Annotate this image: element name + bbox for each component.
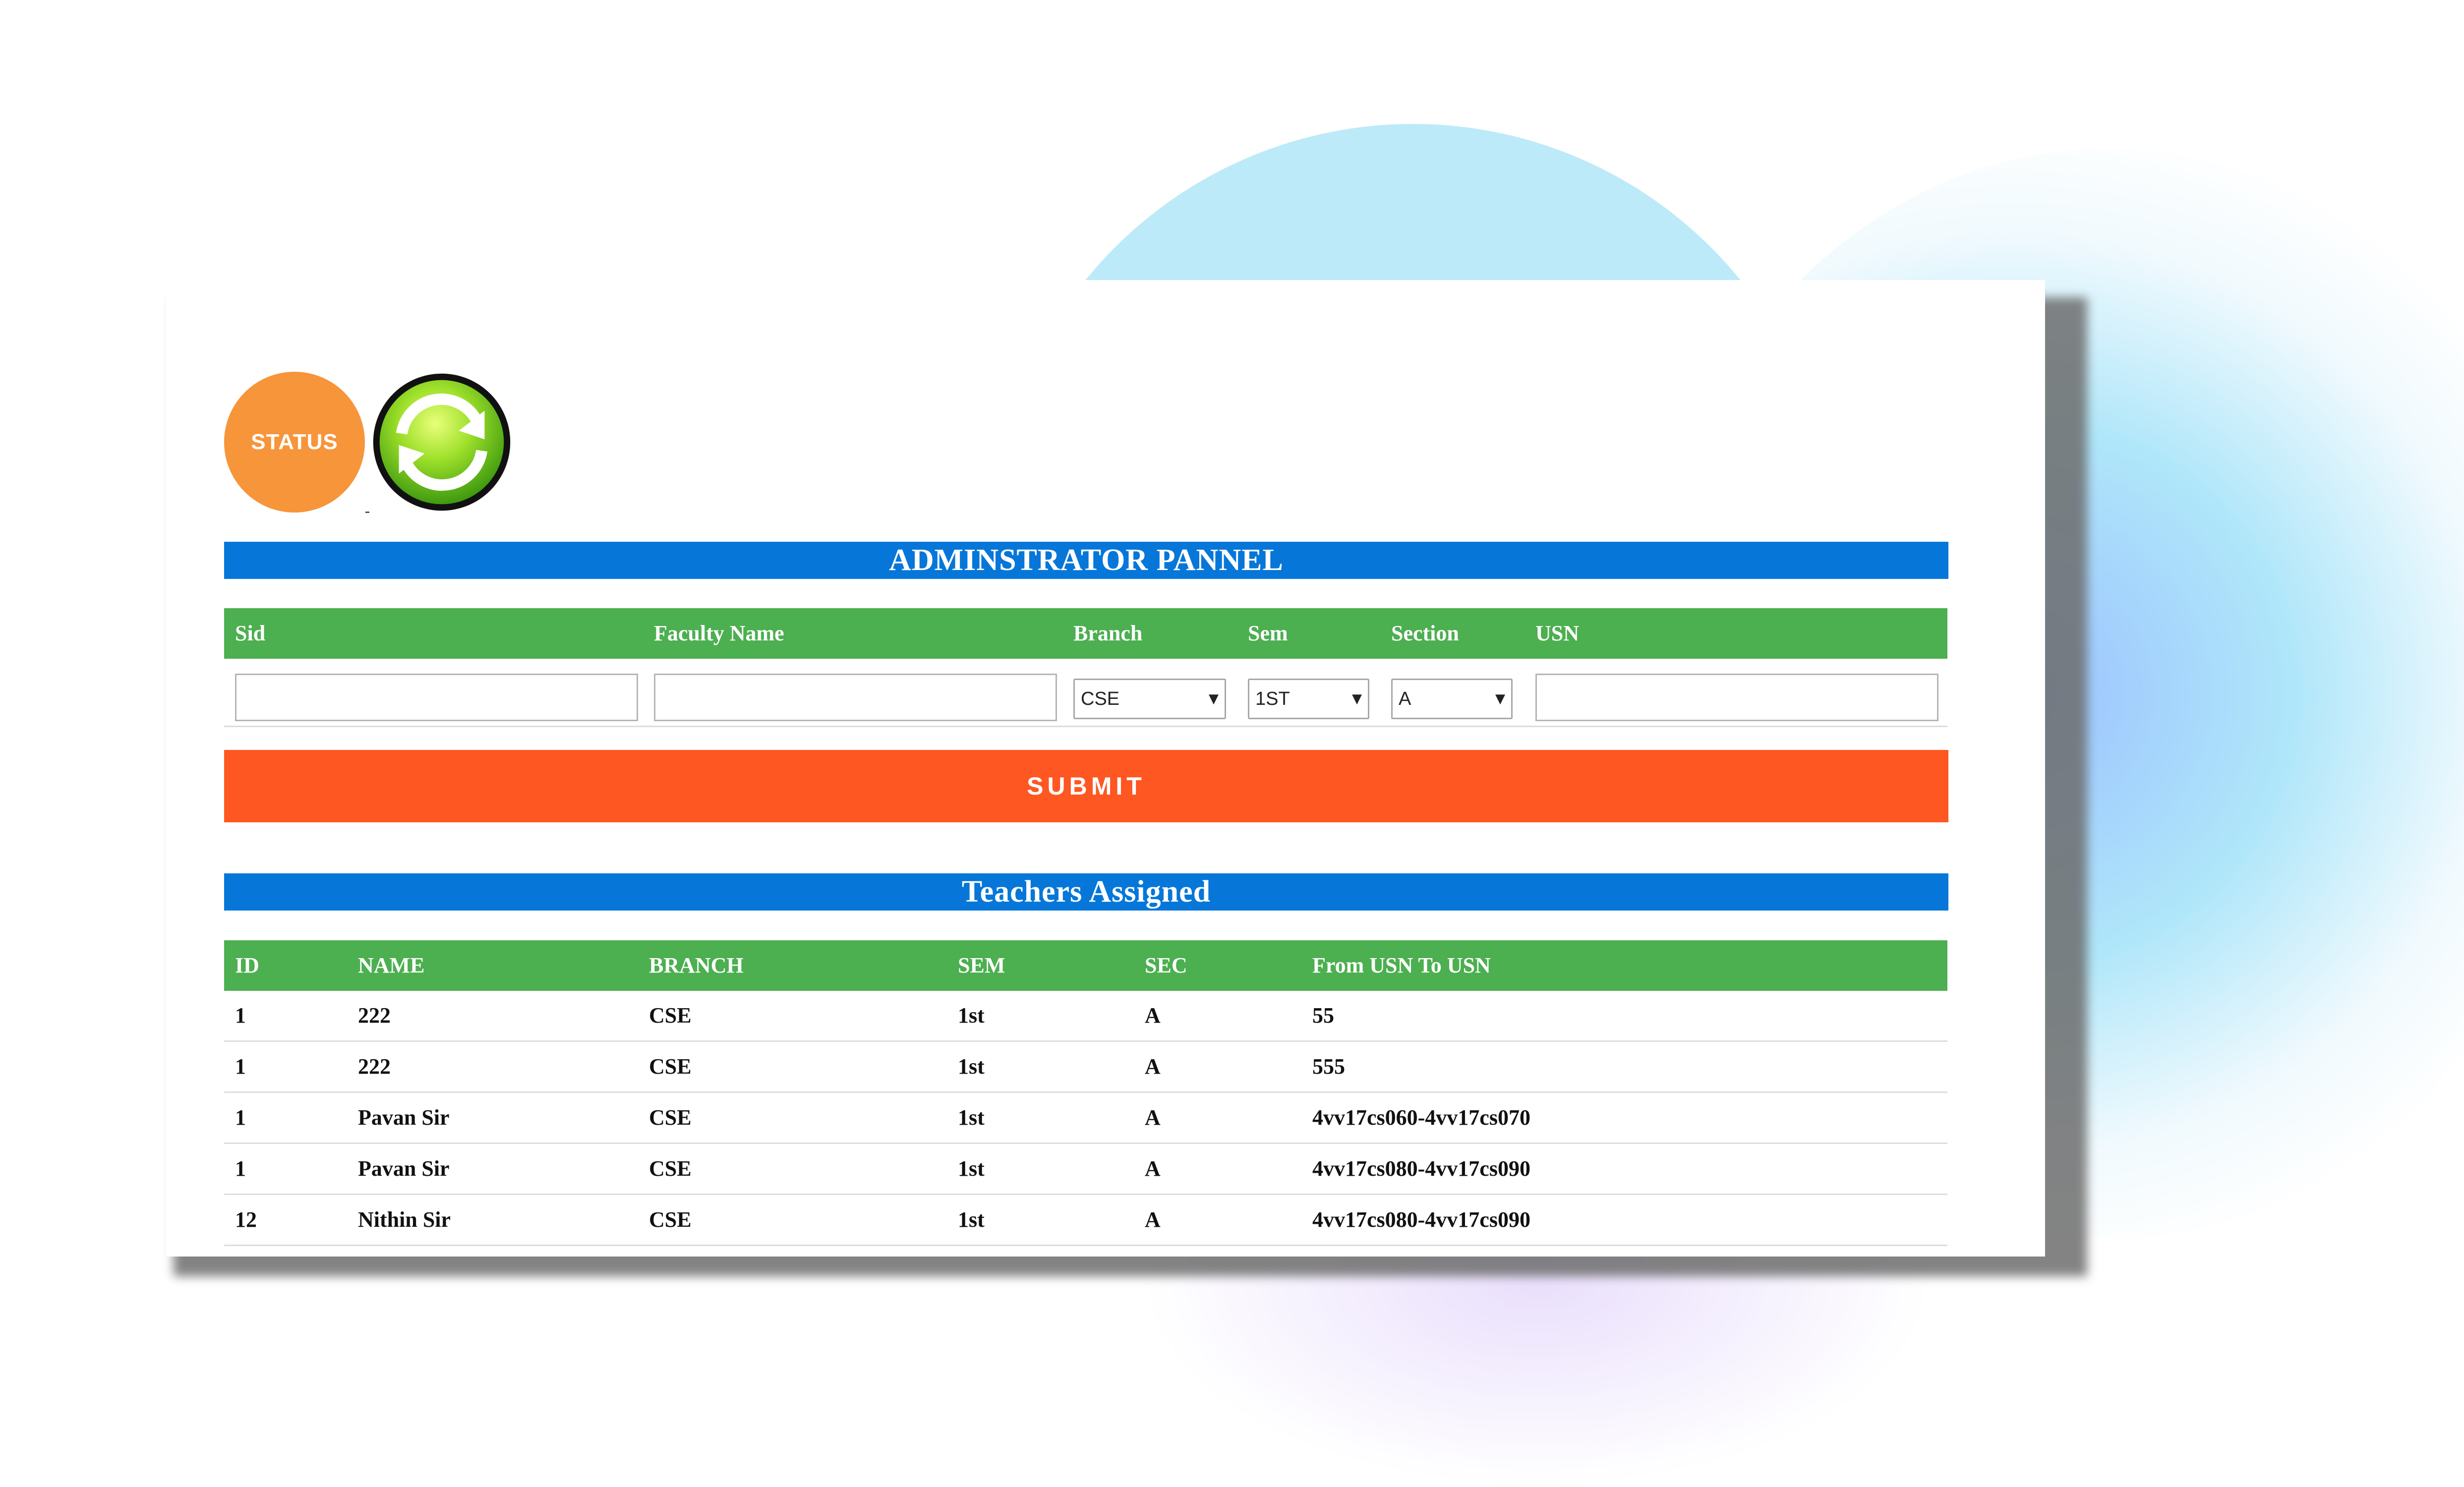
table-row: 1 Pavan Sir CSE 1st A 4vv17cs080-4vv17cs…: [224, 1144, 1947, 1195]
cell-name: 222: [358, 1054, 391, 1079]
cell-name: Pavan Sir: [358, 1105, 450, 1130]
cell-usn-range: 4vv17cs080-4vv17cs090: [1312, 1156, 1530, 1181]
cell-name: 222: [358, 1003, 391, 1028]
branch-select[interactable]: CSE ▼: [1073, 679, 1226, 719]
cell-sem: 1st: [958, 1207, 985, 1232]
faculty-name-input[interactable]: [654, 674, 1057, 721]
cell-usn-range: 4vv17cs060-4vv17cs070: [1312, 1105, 1530, 1130]
usn-input[interactable]: [1535, 674, 1938, 721]
cell-sec: A: [1145, 1207, 1161, 1232]
faculty-name-label: Faculty Name: [654, 621, 784, 645]
sid-label: Sid: [235, 621, 266, 645]
branch-label: Branch: [1073, 621, 1143, 645]
column-header-usn-range: From USN To USN: [1312, 953, 1491, 977]
form-header-row: Sid Faculty Name Branch Sem Section USN: [224, 608, 1947, 659]
cell-id: 1: [235, 1156, 246, 1181]
column-header-id: ID: [235, 953, 259, 977]
cell-name: Pavan Sir: [358, 1156, 450, 1181]
chevron-down-icon: ▼: [1209, 691, 1219, 706]
column-header-name: NAME: [358, 953, 425, 977]
cell-id: 1: [235, 1105, 246, 1130]
table-row: 1 222 CSE 1st A 55: [224, 991, 1947, 1042]
sem-select-value: 1ST: [1255, 688, 1290, 709]
chevron-down-icon: ▼: [1352, 691, 1362, 706]
usn-label: USN: [1535, 621, 1580, 645]
section-select[interactable]: A ▼: [1391, 679, 1513, 719]
cell-branch: CSE: [649, 1054, 692, 1079]
table-row: 12 Nithin Sir CSE 1st A 4vv17cs080-4vv17…: [224, 1195, 1947, 1246]
cell-id: 1: [235, 1054, 246, 1079]
refresh-icon: [373, 373, 511, 511]
admin-panel-title: ADMINSTRATOR PANNEL: [224, 542, 1948, 579]
cell-id: 12: [235, 1207, 257, 1232]
section-select-value: A: [1399, 688, 1411, 709]
cell-sec: A: [1145, 1156, 1161, 1181]
cell-id: 1: [235, 1003, 246, 1028]
status-button[interactable]: STATUS: [224, 372, 365, 513]
form-input-row: CSE ▼ 1ST ▼ A ▼: [224, 659, 1947, 727]
cell-sem: 1st: [958, 1105, 985, 1130]
teachers-table-header: ID NAME BRANCH SEM SEC From USN To USN: [224, 940, 1947, 991]
chevron-down-icon: ▼: [1495, 691, 1505, 706]
cell-sec: A: [1145, 1003, 1161, 1028]
column-header-sem: SEM: [958, 953, 1005, 977]
refresh-button[interactable]: [370, 371, 513, 514]
cell-usn-range: 555: [1312, 1054, 1345, 1079]
sem-select[interactable]: 1ST ▼: [1248, 679, 1369, 719]
cell-sec: A: [1145, 1105, 1161, 1130]
column-header-sec: SEC: [1145, 953, 1187, 977]
cell-usn-range: 4vv17cs080-4vv17cs090: [1312, 1207, 1530, 1232]
admin-page: STATUS ADMINSTRATOR PANNEL Sid Faculty N…: [166, 280, 2045, 1257]
table-row: 1 Pavan Sir CSE 1st A 4vv17cs060-4vv17cs…: [224, 1093, 1947, 1144]
cell-branch: CSE: [649, 1003, 692, 1028]
sid-input[interactable]: [235, 674, 638, 721]
submit-button[interactable]: SUBMIT: [224, 750, 1948, 822]
cell-sec: A: [1145, 1054, 1161, 1079]
cell-usn-range: 55: [1312, 1003, 1334, 1028]
cell-sem: 1st: [958, 1054, 985, 1079]
cell-name: Nithin Sir: [358, 1207, 451, 1232]
cell-branch: CSE: [649, 1156, 692, 1181]
cell-sem: 1st: [958, 1156, 985, 1181]
column-header-branch: BRANCH: [649, 953, 744, 977]
cell-branch: CSE: [649, 1105, 692, 1130]
section-label: Section: [1391, 621, 1459, 645]
branch-select-value: CSE: [1081, 688, 1120, 709]
separator-mark: [365, 512, 369, 513]
table-row: 1 222 CSE 1st A 555: [224, 1042, 1947, 1093]
cell-sem: 1st: [958, 1003, 985, 1028]
cell-branch: CSE: [649, 1207, 692, 1232]
sem-label: Sem: [1248, 621, 1288, 645]
teachers-assigned-title: Teachers Assigned: [224, 873, 1948, 911]
